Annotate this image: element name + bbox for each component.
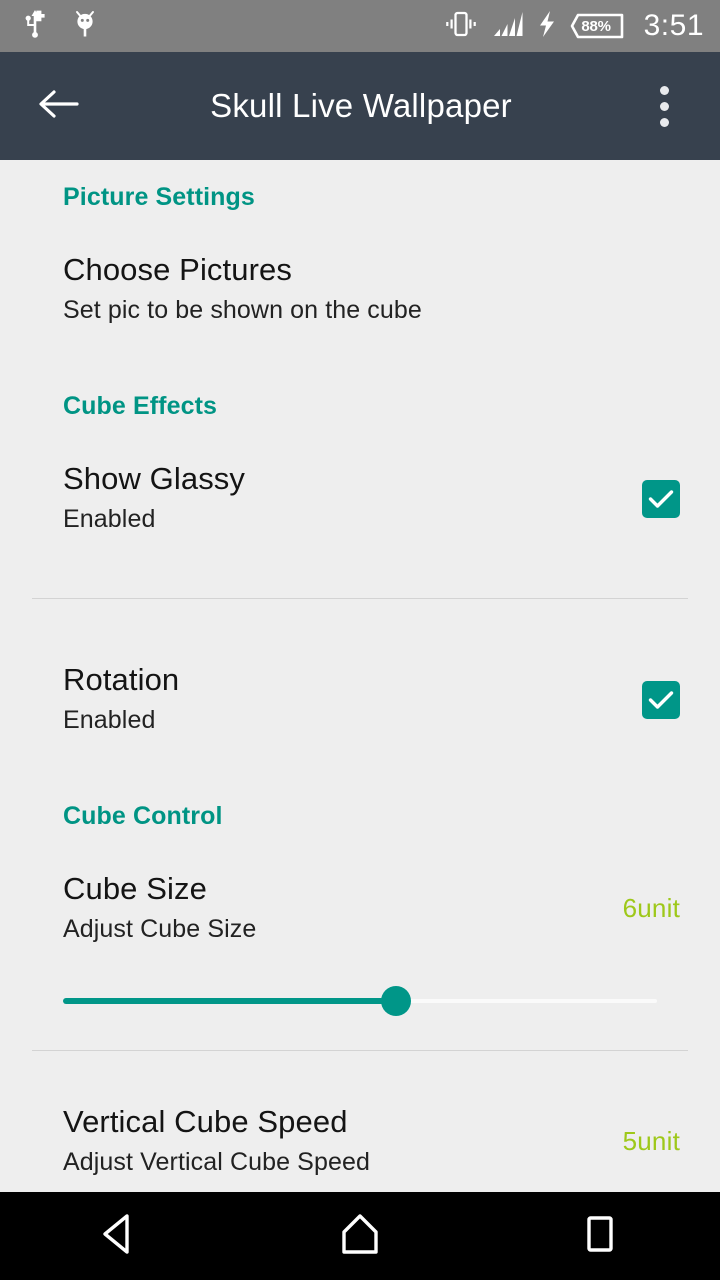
status-bar: 88% 3:51 (0, 0, 720, 52)
nav-recents-button[interactable] (540, 1192, 660, 1280)
vibrate-icon (444, 9, 478, 44)
section-header-cube-control: Cube Control (63, 802, 223, 830)
preference-summary: Enabled (63, 706, 156, 734)
status-bar-left-icons (0, 9, 100, 44)
preference-cube-size[interactable]: Cube Size Adjust Cube Size 6unit (0, 870, 720, 945)
status-bar-right-icons: 88% 3:51 (444, 9, 720, 44)
nav-home-icon (338, 1212, 382, 1261)
vertical-cube-speed-value: 5unit (622, 1126, 680, 1156)
overflow-menu-button[interactable] (636, 74, 692, 138)
slider-thumb[interactable] (380, 986, 411, 1016)
preference-title: Rotation (63, 662, 180, 697)
slider-fill (63, 998, 396, 1004)
nav-recents-icon (580, 1212, 620, 1261)
status-bar-clock: 3:51 (643, 9, 704, 42)
cube-size-value: 6unit (622, 893, 680, 923)
usb-icon (22, 9, 48, 44)
check-icon (648, 690, 674, 709)
preference-title: Vertical Cube Speed (63, 1104, 348, 1139)
battery-level-text: 88% (581, 17, 611, 35)
app-screen: 88% 3:51 Skull Live Wallpaper Picture Se… (0, 0, 720, 1280)
overflow-menu-icon (659, 117, 669, 127)
section-header-picture-settings: Picture Settings (63, 183, 255, 211)
section-header-cube-effects: Cube Effects (63, 392, 218, 420)
cube-size-slider[interactable] (63, 986, 657, 1016)
app-toolbar: Skull Live Wallpaper (0, 52, 720, 160)
rotation-checkbox[interactable] (642, 680, 680, 719)
overflow-menu-icon (659, 85, 669, 95)
signal-bars-icon (492, 10, 524, 43)
nav-back-button[interactable] (60, 1192, 180, 1280)
preference-show-glassy[interactable]: Show Glassy Enabled (0, 460, 720, 535)
preference-summary: Adjust Cube Size (63, 915, 257, 943)
charging-bolt-icon (538, 10, 556, 43)
preference-summary: Enabled (63, 505, 156, 533)
overflow-menu-icon (659, 101, 669, 111)
preference-vertical-cube-speed[interactable]: Vertical Cube Speed Adjust Vertical Cube… (0, 1103, 720, 1178)
nav-home-button[interactable] (300, 1192, 420, 1280)
preference-summary: Set pic to be shown on the cube (63, 296, 422, 324)
nav-back-icon (100, 1212, 140, 1261)
check-icon (648, 489, 674, 508)
preference-title: Choose Pictures (63, 252, 292, 287)
android-nav-bar (0, 1192, 720, 1280)
show-glassy-checkbox[interactable] (642, 479, 680, 518)
android-debug-icon (70, 9, 100, 44)
battery-indicator: 88% (570, 12, 626, 40)
preference-choose-pictures[interactable]: Choose Pictures Set pic to be shown on t… (0, 251, 720, 326)
preference-title: Cube Size (63, 871, 207, 906)
page-title: Skull Live Wallpaper (210, 87, 512, 124)
preference-title: Show Glassy (63, 461, 245, 496)
settings-list[interactable]: Picture Settings Choose Pictures Set pic… (0, 160, 720, 1192)
preference-summary: Adjust Vertical Cube Speed (63, 1148, 370, 1176)
preference-rotation[interactable]: Rotation Enabled (0, 661, 720, 736)
